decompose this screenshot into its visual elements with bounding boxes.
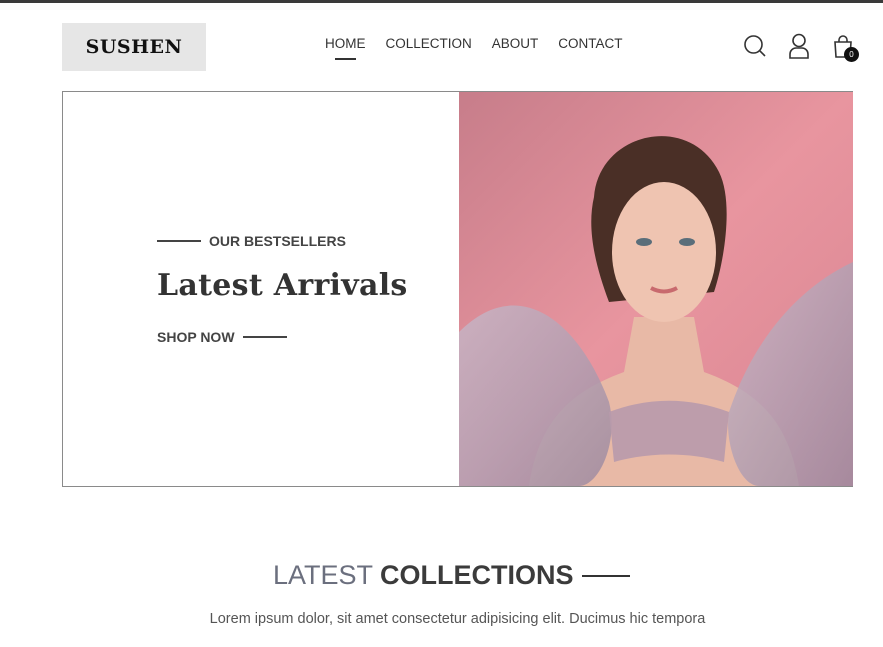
- eyebrow-text: OUR BESTSELLERS: [209, 233, 346, 249]
- hero-headline: Latest Arrivals: [157, 268, 408, 303]
- shop-now-label: SHOP NOW: [157, 329, 235, 345]
- latest-collections-title: LATEST COLLECTIONS: [273, 560, 630, 591]
- nav-contact[interactable]: CONTACT: [558, 36, 622, 51]
- logo-text: SUSHEN: [85, 36, 183, 58]
- nav-about[interactable]: ABOUT: [492, 36, 539, 51]
- hero-text-panel: OUR BESTSELLERS Latest Arrivals SHOP NOW: [63, 92, 459, 486]
- shopping-bag-icon[interactable]: 0: [831, 33, 859, 62]
- title-bold: COLLECTIONS: [380, 560, 574, 590]
- shop-now-divider: [242, 336, 287, 338]
- nav-home[interactable]: HOME: [325, 36, 366, 60]
- cart-count-badge: 0: [844, 47, 859, 62]
- title-light: LATEST: [273, 560, 374, 590]
- title-divider: [581, 574, 630, 577]
- top-border: [0, 0, 883, 3]
- main-nav: HOME COLLECTION ABOUT CONTACT: [325, 36, 643, 60]
- hero-eyebrow: OUR BESTSELLERS: [157, 233, 346, 249]
- shop-now-link[interactable]: SHOP NOW: [157, 329, 287, 345]
- eyebrow-divider: [157, 240, 201, 242]
- collections-subtitle: Lorem ipsum dolor, sit amet consectetur …: [209, 611, 706, 627]
- logo[interactable]: SUSHEN: [62, 23, 206, 71]
- hero-model-photo: [459, 92, 853, 486]
- user-icon[interactable]: [787, 33, 811, 59]
- header-icons: 0: [743, 33, 859, 62]
- nav-collection[interactable]: COLLECTION: [386, 36, 472, 51]
- search-icon[interactable]: [743, 33, 767, 59]
- hero-banner: OUR BESTSELLERS Latest Arrivals SHOP NOW: [62, 91, 853, 487]
